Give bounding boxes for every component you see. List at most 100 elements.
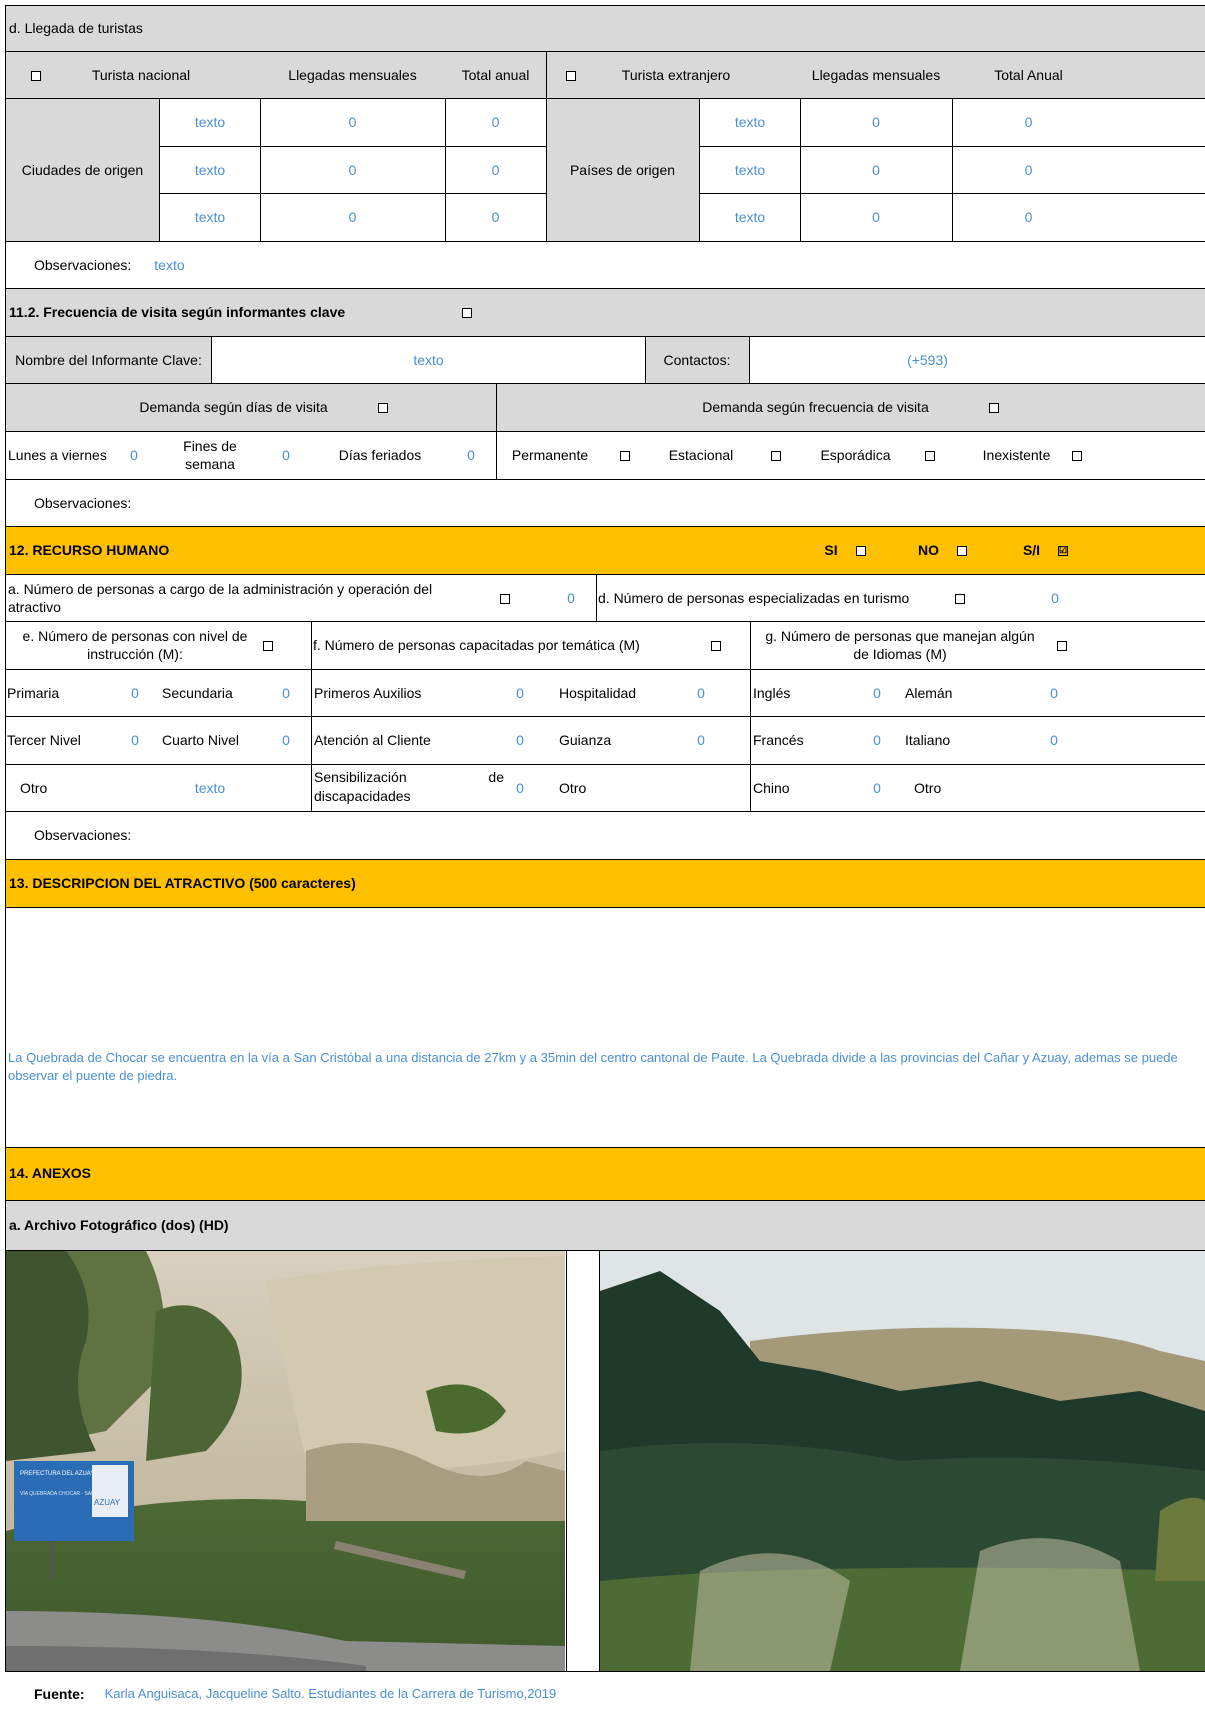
ciudad-2[interactable]: texto — [160, 147, 260, 194]
g-checkbox-cell[interactable] — [1052, 622, 1072, 669]
llegada-observaciones-label: Observaciones: — [34, 256, 132, 273]
frecuencia-checkbox-cell[interactable] — [460, 289, 474, 336]
mensual-ext-3[interactable]: 0 — [800, 194, 952, 242]
llegadas-mensuales-ext-label: Llegadas mensuales — [811, 66, 941, 83]
total-anual-ext-header: Total Anual — [952, 52, 1105, 99]
mensual-2[interactable]: 0 — [260, 147, 445, 194]
pais-2[interactable]: texto — [700, 147, 800, 194]
cuarto-value[interactable]: 0 — [271, 717, 301, 765]
a-label: a. Número de personas a cargo de la admi… — [8, 581, 433, 615]
mensual-1[interactable]: 0 — [260, 99, 445, 147]
ciudad-3[interactable]: texto — [160, 194, 260, 242]
primaria-value[interactable]: 0 — [120, 670, 150, 717]
recurso-si-checkbox[interactable] — [855, 545, 866, 556]
esporadica-checkbox[interactable] — [924, 450, 935, 461]
llegada-observaciones-value[interactable]: texto — [154, 257, 184, 275]
guianza-value[interactable]: 0 — [686, 717, 716, 765]
aleman-value[interactable]: 0 — [1039, 670, 1069, 717]
mensual-ext-3-value: 0 — [872, 209, 880, 226]
guianza-value-text: 0 — [697, 732, 705, 749]
nacional-checkbox[interactable] — [31, 70, 41, 81]
esporadica-label: Esporádica — [820, 446, 891, 463]
a-checkbox-cell[interactable] — [495, 575, 515, 622]
estacional-cell[interactable]: Estacional — [655, 432, 795, 479]
f-checkbox[interactable] — [711, 640, 721, 651]
sensibilizacion-de: de — [488, 769, 504, 785]
descripcion-text[interactable]: La Quebrada de Chocar se encuentra en la… — [8, 1049, 1203, 1085]
atencion-value-text: 0 — [516, 732, 524, 749]
ciudad-1[interactable]: texto — [160, 99, 260, 147]
sensibilizacion-value[interactable]: 0 — [505, 765, 535, 812]
italiano-label: Italiano — [905, 717, 995, 765]
tercer-value[interactable]: 0 — [120, 717, 150, 765]
e-checkbox[interactable] — [263, 640, 273, 651]
rule — [699, 98, 700, 241]
atencion-value[interactable]: 0 — [505, 717, 535, 765]
extranjero-checkbox-cell[interactable] — [546, 52, 596, 99]
fines-label-cell: Fines de semana — [172, 432, 248, 479]
mensual-3[interactable]: 0 — [260, 194, 445, 242]
d-value-cell[interactable]: 0 — [1040, 575, 1070, 622]
frecuencia-checkbox[interactable] — [462, 307, 472, 318]
ingles-value[interactable]: 0 — [862, 670, 892, 717]
recurso-title: 12. RECURSO HUMANO — [9, 541, 170, 558]
frances-value[interactable]: 0 — [862, 717, 892, 765]
anual-ext-1[interactable]: 0 — [952, 99, 1105, 147]
recurso-no-checkbox[interactable] — [957, 545, 967, 556]
e-checkbox-cell[interactable] — [258, 622, 278, 669]
otro-g-text: Otro — [914, 779, 942, 796]
f-checkbox-cell[interactable] — [706, 622, 726, 669]
d-checkbox-cell[interactable] — [950, 575, 970, 622]
recurso-si-option[interactable]: SI — [815, 527, 875, 574]
anual-3[interactable]: 0 — [445, 194, 546, 242]
estacional-checkbox[interactable] — [771, 450, 782, 461]
hospitalidad-value[interactable]: 0 — [686, 670, 716, 717]
lunes-value-cell[interactable]: 0 — [118, 432, 150, 479]
anual-ext-1-value: 0 — [1024, 114, 1033, 131]
a-value-cell[interactable]: 0 — [556, 575, 586, 622]
anual-ext-2[interactable]: 0 — [952, 147, 1105, 194]
primeros-value[interactable]: 0 — [505, 670, 535, 717]
inexistente-cell[interactable]: Inexistente — [960, 432, 1105, 479]
nacional-checkbox-cell[interactable] — [6, 52, 66, 99]
italiano-value[interactable]: 0 — [1039, 717, 1069, 765]
anual-1[interactable]: 0 — [445, 99, 546, 147]
feriados-value-cell[interactable]: 0 — [455, 432, 487, 479]
pais-1[interactable]: texto — [700, 99, 800, 147]
extranjero-checkbox[interactable] — [566, 70, 576, 81]
llegadas-mensuales-ext-header: Llegadas mensuales — [800, 52, 952, 99]
otro-e-value[interactable]: texto — [180, 765, 240, 812]
inexistente-checkbox[interactable] — [1072, 450, 1083, 461]
demanda-dias-checkbox[interactable] — [377, 403, 388, 413]
secundaria-value[interactable]: 0 — [271, 670, 301, 717]
chino-value[interactable]: 0 — [862, 765, 892, 812]
a-checkbox[interactable] — [500, 593, 510, 604]
lunes-label: Lunes a viernes — [8, 446, 107, 463]
otro-f-text: Otro — [559, 779, 587, 796]
mensual-ext-2[interactable]: 0 — [800, 147, 952, 194]
fines-value-cell[interactable]: 0 — [270, 432, 302, 479]
anual-ext-3[interactable]: 0 — [952, 194, 1105, 242]
demanda-frec-checkbox[interactable] — [988, 403, 999, 413]
permanente-checkbox[interactable] — [620, 450, 631, 461]
anual-2[interactable]: 0 — [445, 147, 546, 194]
anexos-title: 14. ANEXOS — [9, 1165, 91, 1182]
rule — [5, 526, 1205, 527]
atencion-label: Atención al Cliente — [314, 717, 464, 765]
rule — [5, 431, 1205, 432]
recurso-no-option[interactable]: NO — [910, 527, 975, 574]
mensual-ext-1[interactable]: 0 — [800, 99, 952, 147]
rule — [260, 98, 261, 241]
tercer-value-text: 0 — [131, 732, 139, 749]
permanente-cell[interactable]: Permanente — [496, 432, 646, 479]
rule — [496, 383, 497, 479]
e-label: e. Número de personas con nivel de instr… — [22, 628, 248, 662]
esporadica-cell[interactable]: Esporádica — [805, 432, 950, 479]
recurso-si-no-checkbox-checked[interactable]: ☑ — [1058, 545, 1069, 556]
pais-3[interactable]: texto — [700, 194, 800, 242]
g-checkbox[interactable] — [1057, 640, 1067, 651]
recurso-si-no-option[interactable]: S/I ☑ — [1013, 527, 1078, 574]
d-checkbox[interactable] — [955, 593, 965, 604]
informante-value-cell[interactable]: texto — [212, 337, 645, 384]
contactos-value-cell[interactable]: (+593) — [750, 337, 1105, 384]
